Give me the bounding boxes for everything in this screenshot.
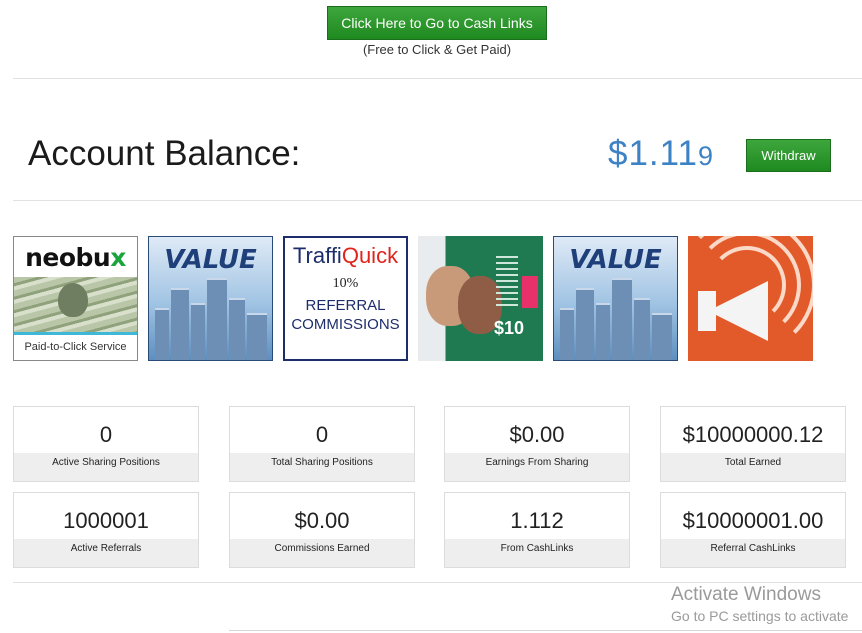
traffiquick-percent: 10%	[332, 276, 359, 291]
signup-box	[522, 276, 538, 308]
stat-card-earnings-sharing: $0.00 Earnings From Sharing	[444, 406, 630, 482]
stat-label: Total Sharing Positions	[230, 453, 414, 481]
cash-links-subtitle: (Free to Click & Get Paid)	[362, 42, 512, 57]
stat-label: From CashLinks	[445, 539, 629, 567]
stat-value: 0	[99, 422, 113, 447]
building-icon	[155, 308, 169, 360]
value-banner[interactable]: VALUE	[148, 236, 273, 361]
stat-card-referral-cashlinks: $10000001.00 Referral CashLinks	[660, 492, 846, 568]
value-banner[interactable]: VALUE	[553, 236, 678, 361]
megaphone-banner[interactable]	[688, 236, 813, 361]
stat-value: 1.112	[510, 508, 564, 533]
stat-value: 1000001	[63, 508, 149, 533]
divider	[229, 630, 862, 631]
banner-text-lines	[496, 256, 518, 306]
building-icon	[560, 308, 574, 360]
value-title: VALUE	[164, 245, 257, 275]
megaphone-cone	[708, 281, 768, 341]
stat-value: $10000000.12	[682, 422, 824, 447]
traffiquick-banner[interactable]: TraffiQuick 10% REFERRAL COMMISSIONS	[283, 236, 408, 361]
account-balance-label: Account Balance:	[28, 134, 301, 173]
banner-amount: $10	[494, 318, 525, 338]
building-icon	[612, 278, 632, 360]
neobux-caption: Paid-to-Click Service	[24, 341, 127, 353]
stat-label: Active Referrals	[14, 539, 198, 567]
building-icon	[576, 288, 594, 360]
building-icon	[247, 313, 267, 360]
activate-windows-subtitle: Go to PC settings to activate	[671, 608, 849, 624]
building-icon	[191, 303, 205, 360]
stat-value: $0.00	[294, 508, 350, 533]
balance-last-digit: 9	[698, 141, 715, 171]
building-icon	[652, 313, 672, 360]
withdraw-button[interactable]: Withdraw	[746, 139, 831, 172]
balance-main: $1.11	[608, 134, 698, 173]
building-icon	[596, 303, 610, 360]
stat-label: Commissions Earned	[230, 539, 414, 567]
stat-card-total-earned: $10000000.12 Total Earned	[660, 406, 846, 482]
stat-card-active-sharing: 0 Active Sharing Positions	[13, 406, 199, 482]
activate-windows-title: Activate Windows	[671, 584, 821, 605]
divider	[13, 582, 862, 583]
traffiquick-text: REFERRAL COMMISSIONS	[291, 297, 400, 333]
stat-label: Active Sharing Positions	[14, 453, 198, 481]
divider	[13, 200, 862, 201]
bill-portrait	[58, 283, 88, 317]
stat-value: 0	[315, 422, 329, 447]
stat-card-commissions: $0.00 Commissions Earned	[229, 492, 415, 568]
stat-value: $10000001.00	[682, 508, 824, 533]
stat-card-total-sharing: 0 Total Sharing Positions	[229, 406, 415, 482]
value-title: VALUE	[569, 245, 662, 275]
stat-card-active-referrals: 1000001 Active Referrals	[13, 492, 199, 568]
people-banner[interactable]: $10	[418, 236, 543, 361]
building-icon	[229, 298, 245, 360]
traffiquick-logo: TraffiQuick	[292, 243, 399, 268]
stat-label: Referral CashLinks	[661, 539, 845, 567]
building-icon	[207, 278, 227, 360]
stat-label: Total Earned	[661, 453, 845, 481]
divider	[13, 78, 862, 79]
stat-card-cashlinks: 1.112 From CashLinks	[444, 492, 630, 568]
account-balance-value: $1.119	[608, 134, 714, 174]
stat-value: $0.00	[509, 422, 565, 447]
building-icon	[171, 288, 189, 360]
cash-links-button[interactable]: Click Here to Go to Cash Links	[327, 6, 547, 40]
building-icon	[634, 298, 650, 360]
stat-label: Earnings From Sharing	[445, 453, 629, 481]
neobux-banner[interactable]: neobux Paid-to-Click Service	[13, 236, 138, 361]
neobux-logo: neobux	[25, 243, 126, 272]
banner-stripe	[14, 332, 137, 335]
